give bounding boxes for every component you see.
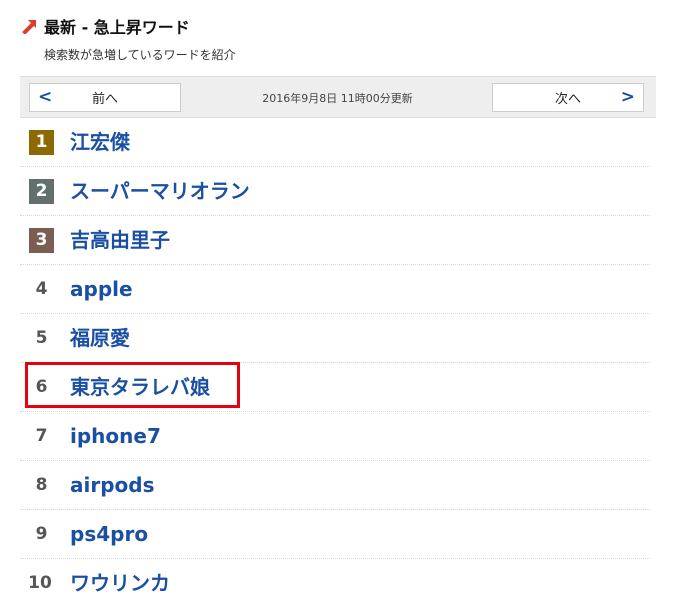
chevron-left-icon: < (38, 87, 53, 107)
ranking-row: 7 iphone7 (20, 412, 650, 461)
rank-number: 4 (35, 279, 48, 299)
updated-timestamp: 2016年9月8日 11時00分更新 (262, 92, 413, 105)
rank-number: 10 (28, 573, 52, 593)
rank-badge-3: 3 (29, 228, 54, 253)
rank-badge-2: 2 (29, 179, 54, 204)
rank-badge-1: 1 (29, 130, 54, 155)
rank-number: 7 (35, 426, 48, 446)
ranking-row: 2 スーパーマリオラン (20, 167, 650, 216)
ranking-word-link[interactable]: airpods (70, 472, 155, 499)
ranking-row: 10 ワウリンカ (20, 559, 650, 603)
ranking-row: 4 apple (20, 265, 650, 314)
ranking-word-link[interactable]: apple (70, 276, 133, 303)
ranking-word-link[interactable]: 東京タラレバ娘 (70, 374, 210, 401)
page-title: 最新 - 急上昇ワード (44, 18, 190, 37)
prev-button[interactable]: < 前へ (29, 83, 181, 112)
ranking-word-link[interactable]: 江宏傑 (70, 129, 130, 156)
ranking-row: 3 吉高由里子 (20, 216, 650, 265)
ranking-row: 9 ps4pro (20, 510, 650, 559)
ranking-word-link[interactable]: ps4pro (70, 521, 148, 548)
prev-button-label: 前へ (91, 92, 118, 107)
ranking-word-link[interactable]: 福原愛 (70, 325, 130, 352)
pagination-bar: < 前へ 2016年9月8日 11時00分更新 次へ > (20, 76, 656, 118)
rank-number: 8 (35, 475, 48, 495)
rank-number: 9 (35, 524, 48, 544)
widget-header: 最新 - 急上昇ワード (22, 14, 190, 38)
rank-number: 5 (35, 328, 48, 348)
rank-number: 6 (35, 377, 48, 397)
ranking-list: 1 江宏傑 2 スーパーマリオラン 3 吉高由里子 4 apple 5 福原愛 … (20, 118, 650, 603)
ranking-word-link[interactable]: ワウリンカ (70, 570, 170, 597)
ranking-row: 8 airpods (20, 461, 650, 510)
ranking-row: 6 東京タラレバ娘 (20, 363, 650, 412)
page-subtitle: 検索数が急増しているワードを紹介 (44, 48, 236, 62)
next-button[interactable]: 次へ > (492, 83, 644, 112)
ranking-word-link[interactable]: 吉高由里子 (70, 227, 170, 254)
ranking-word-link[interactable]: スーパーマリオラン (70, 178, 250, 205)
trending-arrow-icon (22, 20, 36, 34)
trending-words-widget: 最新 - 急上昇ワード 検索数が急増しているワードを紹介 < 前へ 2016年9… (0, 0, 682, 603)
ranking-row: 5 福原愛 (20, 314, 650, 363)
ranking-word-link[interactable]: iphone7 (70, 423, 161, 450)
chevron-right-icon: > (620, 87, 635, 107)
ranking-row: 1 江宏傑 (20, 118, 650, 167)
